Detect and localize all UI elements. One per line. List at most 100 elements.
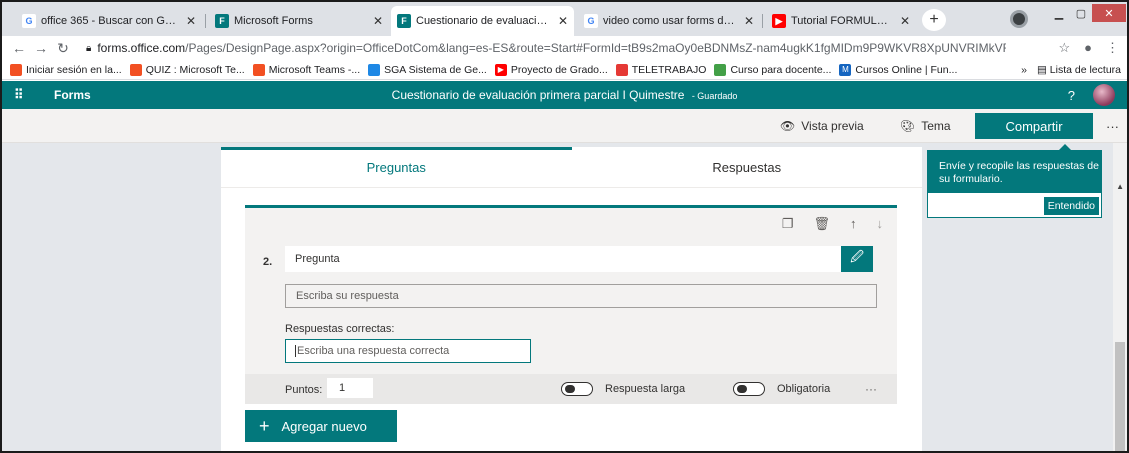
browser-tab-1[interactable]: F Microsoft Forms ✕: [209, 8, 389, 34]
browser-tab-3[interactable]: G video como usar forms de offi ✕: [578, 8, 760, 34]
question-title-text: Pregunta: [295, 253, 340, 265]
youtube-icon: ▶: [772, 14, 786, 28]
help-icon[interactable]: ?: [1068, 88, 1075, 103]
bookmark-label: Proyecto de Grado...: [510, 63, 608, 76]
preview-button[interactable]: 👁︎ Vista previa: [780, 109, 864, 143]
close-window-icon[interactable]: ✕: [1092, 4, 1126, 22]
tab-responses-label: Respuestas: [712, 159, 782, 175]
app-brand[interactable]: Forms: [54, 88, 91, 102]
bookmark-item[interactable]: SGA Sistema de Ge...: [368, 63, 487, 76]
required-toggle[interactable]: [733, 382, 765, 396]
close-tab-icon[interactable]: ✕: [900, 14, 910, 28]
reading-list-icon: ▤: [1036, 64, 1047, 76]
theme-button[interactable]: 🎨︎ Tema: [900, 109, 951, 143]
points-label: Puntos:: [285, 384, 323, 396]
microsoft-icon: [129, 63, 142, 76]
app-launcher-icon[interactable]: ⠿: [14, 87, 34, 103]
close-tab-icon[interactable]: ✕: [558, 14, 568, 28]
microsoft-icon: [10, 63, 22, 76]
palette-icon: 🎨︎: [900, 119, 916, 133]
points-value: 1: [339, 382, 346, 394]
forms-icon: F: [397, 14, 411, 28]
kebab-menu-icon[interactable]: ⋮: [1106, 40, 1119, 56]
browser-tab-active[interactable]: F Cuestionario de evaluación pr ✕: [391, 6, 574, 36]
bookmark-item[interactable]: QUIZ : Microsoft Te...: [129, 63, 245, 76]
bookmark-item[interactable]: Microsoft Teams -...: [252, 63, 361, 76]
lock-icon: 🔒︎: [86, 42, 92, 54]
minimize-icon[interactable]: ▁: [1048, 4, 1070, 22]
maximize-icon[interactable]: ▢: [1070, 4, 1092, 22]
correct-answer-input[interactable]: Escriba una respuesta correcta: [285, 339, 531, 363]
question-toolbar: ❐ 🗑︎ ↑ ↓: [782, 216, 883, 232]
callout-text: Envíe y recopile las respuestas de su fo…: [939, 160, 1099, 185]
copy-icon[interactable]: ❐: [782, 216, 794, 232]
url-path: /Pages/DesignPage.aspx?origin=OfficeDotC…: [185, 41, 1006, 55]
browser-tab-title: video como usar forms de offi: [603, 15, 738, 27]
add-new-button[interactable]: + Agregar nuevo: [245, 410, 397, 442]
new-tab-label: +: [929, 11, 939, 28]
browser-tab-title: Tutorial FORMULARIOS de: [791, 15, 894, 27]
add-new-label: Agregar nuevo: [281, 418, 367, 434]
got-it-button[interactable]: Entendido: [1043, 197, 1099, 215]
bookmark-item[interactable]: M Cursos Online | Fun...: [839, 63, 958, 76]
reading-list-button[interactable]: ▤ Lista de lectura: [1037, 64, 1121, 76]
forward-icon[interactable]: →: [30, 40, 52, 56]
bookmarks-bar: Iniciar sesión en la... QUIZ : Microsoft…: [2, 60, 1127, 80]
question-number: 2.: [263, 256, 273, 268]
question-title-input[interactable]: Pregunta: [285, 246, 847, 272]
url-field[interactable]: 🔒︎ forms.office.com/Pages/DesignPage.asp…: [86, 41, 1006, 55]
question-more-button[interactable]: ···: [865, 382, 877, 396]
correct-answers-label: Respuestas correctas:: [285, 323, 395, 335]
google-icon: G: [22, 14, 36, 28]
question-editor: ❐ 🗑︎ ↑ ↓ 2. Pregunta 🖉 Escriba su respue…: [245, 205, 897, 404]
move-up-icon[interactable]: ↑: [850, 216, 857, 232]
account-icon[interactable]: ●: [1084, 40, 1092, 56]
share-label: Compartir: [1005, 118, 1063, 134]
back-icon[interactable]: ←: [8, 40, 30, 56]
reload-icon[interactable]: ↻: [52, 40, 74, 57]
bookmark-item[interactable]: TELETRABAJO: [615, 63, 706, 76]
delete-icon[interactable]: 🗑︎: [813, 216, 830, 232]
plus-icon: +: [259, 416, 270, 436]
close-tab-icon[interactable]: ✕: [373, 14, 383, 28]
long-answer-toggle[interactable]: [561, 382, 593, 396]
bookmark-icon: [615, 63, 628, 76]
bookmarks-right: » ▤ Lista de lectura: [1021, 60, 1121, 80]
scrollbar-thumb[interactable]: [1115, 342, 1125, 451]
close-tab-icon[interactable]: ✕: [744, 14, 754, 28]
share-button[interactable]: Compartir: [975, 113, 1093, 139]
toggle-knob: [565, 385, 575, 393]
bookmark-label: Curso para docente...: [730, 63, 832, 76]
bookmark-item[interactable]: Curso para docente...: [714, 63, 832, 76]
insert-media-button[interactable]: 🖉: [841, 246, 873, 272]
bookmark-item[interactable]: Iniciar sesión en la...: [10, 63, 122, 76]
browser-tab-4[interactable]: ▶ Tutorial FORMULARIOS de ✕: [766, 8, 916, 34]
bookmark-label: Iniciar sesión en la...: [26, 63, 122, 76]
forms-header: ⠿ Forms Cuestionario de evaluación prime…: [2, 81, 1127, 109]
bookmark-label: Cursos Online | Fun...: [855, 63, 958, 76]
bookmark-item[interactable]: ▶ Proyecto de Grado...: [494, 63, 608, 76]
new-tab-button[interactable]: +: [922, 9, 946, 31]
browser-tab-0[interactable]: G office 365 - Buscar con Google ✕: [16, 8, 202, 34]
url-host: forms.office.com: [97, 41, 186, 55]
answer-preview-field: Escriba su respuesta: [285, 284, 877, 308]
star-icon[interactable]: ☆: [1058, 40, 1070, 56]
bookmark-label: Microsoft Teams -...: [268, 63, 361, 76]
close-tab-icon[interactable]: ✕: [186, 14, 196, 28]
address-bar-icons: ☆ ● ⋮: [1058, 40, 1119, 56]
avatar[interactable]: [1093, 84, 1115, 106]
tab-questions[interactable]: Preguntas: [221, 147, 572, 187]
tab-responses[interactable]: Respuestas: [572, 147, 923, 187]
form-tabs: Preguntas Respuestas: [221, 147, 922, 187]
move-down-icon[interactable]: ↓: [877, 216, 884, 232]
divider: [221, 187, 922, 188]
browser-profile-icon[interactable]: [1010, 10, 1028, 28]
scroll-up-icon[interactable]: ▲: [1116, 182, 1124, 191]
more-options-button[interactable]: ···: [1106, 109, 1119, 143]
share-teaching-callout: Envíe y recopile las respuestas de su fo…: [927, 144, 1102, 218]
saved-status: - Guardado: [691, 91, 738, 101]
course-icon: [714, 63, 727, 76]
bookmarks-overflow-button[interactable]: »: [1021, 64, 1027, 76]
points-input[interactable]: 1: [327, 378, 373, 398]
callout-footer: Entendido: [927, 192, 1102, 218]
